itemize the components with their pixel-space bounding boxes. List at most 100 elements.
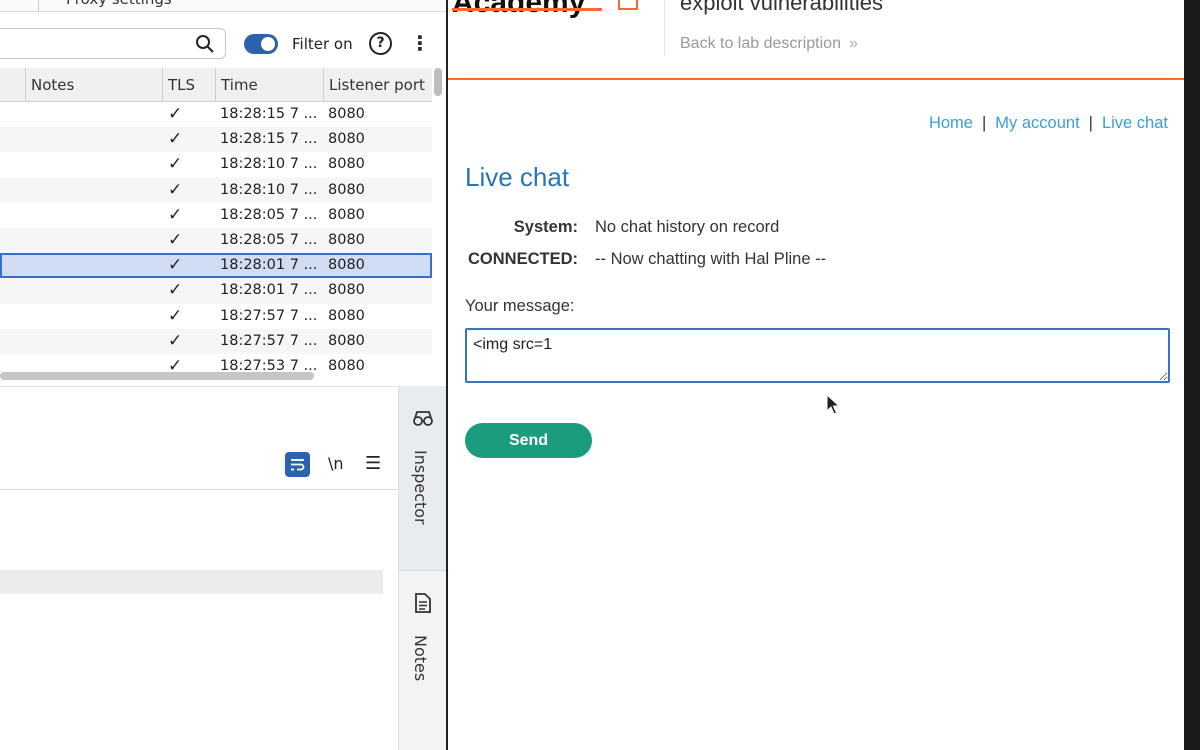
tls-check-icon: ✓ [168,179,183,200]
table-row[interactable]: ✓ 18:27:57 7 ... 8080 [0,328,432,354]
lab-title: exploit vulnerabilities [680,0,883,15]
logo-mark-icon [618,0,638,10]
table-row[interactable]: ✓ 18:28:01 7 ... 8080 [0,253,432,279]
table-row[interactable]: ✓ 18:28:15 7 ... 8080 [0,102,432,127]
inspector-glasses-icon [413,411,433,426]
search-icon[interactable] [195,34,215,54]
tls-check-icon: ✓ [168,154,183,175]
table-row[interactable]: ✓ 18:28:10 7 ... 8080 [0,152,432,177]
time-cell: 18:28:10 7 ... [220,156,318,173]
listener-port-cell: 8080 [328,156,365,173]
chat-text: -- Now chatting with Hal Pline -- [595,250,827,268]
table-row[interactable]: ✓ 18:28:05 7 ... 8080 [0,203,432,228]
mouse-pointer-icon [826,394,840,415]
time-cell: 18:28:15 7 ... [220,131,318,148]
time-cell: 18:27:57 7 ... [220,332,318,349]
search-input[interactable] [0,28,226,59]
listener-port-cell: 8080 [328,131,365,148]
chat-message: System: No chat history on record [465,218,780,237]
table-row[interactable]: ✓ 18:28:10 7 ... 8080 [0,177,432,203]
browser-page: Academy exploit vulnerabilities Back to … [446,0,1184,750]
tls-check-icon: ✓ [168,330,183,351]
tab-inspector-label: Inspector [411,450,430,525]
time-cell: 18:28:05 7 ... [220,231,318,248]
back-to-lab-label: Back to lab description [680,35,841,52]
editor-separator [0,489,398,490]
proxy-settings-button[interactable]: Proxy settings [66,0,172,8]
tls-check-icon: ✓ [168,355,183,370]
listener-port-cell: 8080 [328,282,365,299]
table-header: Notes TLS Time Listener port [0,68,432,102]
time-cell: 18:28:01 7 ... [220,282,318,299]
column-header-listener-port[interactable]: Listener port [323,68,432,102]
table-row[interactable]: ✓ 18:28:05 7 ... 8080 [0,227,432,254]
listener-port-cell: 8080 [328,206,365,223]
window-frame [1184,0,1200,750]
time-cell: 18:28:05 7 ... [220,206,318,223]
proxy-http-history-pane: Proxy settings Filter on ? ⋮ Notes TLS T… [0,0,446,750]
chat-text: No chat history on record [595,218,780,236]
tls-check-icon: ✓ [168,280,183,301]
tls-check-icon: ✓ [168,229,183,250]
tls-check-icon: ✓ [168,255,183,276]
chat-message: CONNECTED: -- Now chatting with Hal Pline… [465,250,826,269]
table-row[interactable]: ✓ 18:27:53 7 ... 8080 [0,354,432,370]
tab-notes-label: Notes [411,635,430,682]
chat-sender: CONNECTED: [468,250,578,268]
editor-menu-icon[interactable]: ☰ [365,453,381,474]
chat-sender: System: [513,218,578,236]
top-nav: Home | My account | Live chat [929,114,1168,133]
show-newlines-button[interactable]: \n [328,454,344,473]
filter-bar: Filter on ? ⋮ [0,22,446,66]
tls-check-icon: ✓ [168,305,183,326]
listener-port-cell: 8080 [328,231,365,248]
listener-port-cell: 8080 [328,357,365,370]
time-cell: 18:27:53 7 ... [220,357,318,370]
tls-check-icon: ✓ [168,129,183,150]
page-title: Live chat [465,162,570,192]
wrap-lines-icon[interactable] [285,452,310,477]
message-editor-toolbar: \n ☰ [0,448,398,482]
tab-inspector[interactable]: Inspector [399,386,446,570]
nav-my-account-link[interactable]: My account [995,114,1079,132]
editor-highlighted-line [0,570,383,594]
message-label: Your message: [465,297,575,315]
column-header-time[interactable]: Time [215,68,323,102]
nav-home-link[interactable]: Home [929,114,973,132]
table-row[interactable]: ✓ 18:28:15 7 ... 8080 [0,127,432,153]
message-textarea[interactable] [465,328,1170,383]
filter-label: Filter on [292,35,353,53]
more-options-icon[interactable]: ⋮ [410,32,430,56]
column-header-notes[interactable]: Notes [25,68,163,102]
time-cell: 18:27:57 7 ... [220,307,318,324]
tab-notes[interactable]: Notes [399,570,446,722]
logo-underline [452,8,602,11]
listener-port-cell: 8080 [328,332,365,349]
toolbar-separator [38,0,39,12]
tls-check-icon: ✓ [168,104,183,124]
listener-port-cell: 8080 [328,106,365,122]
send-button[interactable]: Send [465,423,592,458]
nav-separator: | [1088,114,1093,132]
history-table: Notes TLS Time Listener port ✓ 18:28:15 7… [0,68,432,370]
filter-toggle[interactable] [244,34,278,54]
nav-live-chat-link[interactable]: Live chat [1102,114,1168,132]
time-cell: 18:28:01 7 ... [220,257,318,274]
chevron-right-icon: » [848,35,858,52]
back-to-lab-link[interactable]: Back to lab description » [680,35,858,53]
tls-check-icon: ✓ [168,204,183,225]
lab-header: Academy exploit vulnerabilities Back to … [448,0,1184,80]
column-header-tls[interactable]: TLS [162,68,215,102]
table-vertical-scrollbar[interactable] [434,68,442,96]
time-cell: 18:28:15 7 ... [220,106,318,122]
inspector-side-rail: Inspector Notes [398,386,446,750]
table-row[interactable]: ✓ 18:27:57 7 ... 8080 [0,304,432,329]
table-horizontal-scrollbar[interactable] [0,372,314,380]
pane-divider[interactable] [0,386,398,387]
notes-document-icon [415,593,431,613]
help-icon[interactable]: ? [369,32,392,55]
table-row[interactable]: ✓ 18:28:01 7 ... 8080 [0,278,432,304]
proxy-toolbar-strip: Proxy settings [0,0,446,12]
listener-port-cell: 8080 [328,257,365,274]
nav-separator: | [981,114,987,132]
